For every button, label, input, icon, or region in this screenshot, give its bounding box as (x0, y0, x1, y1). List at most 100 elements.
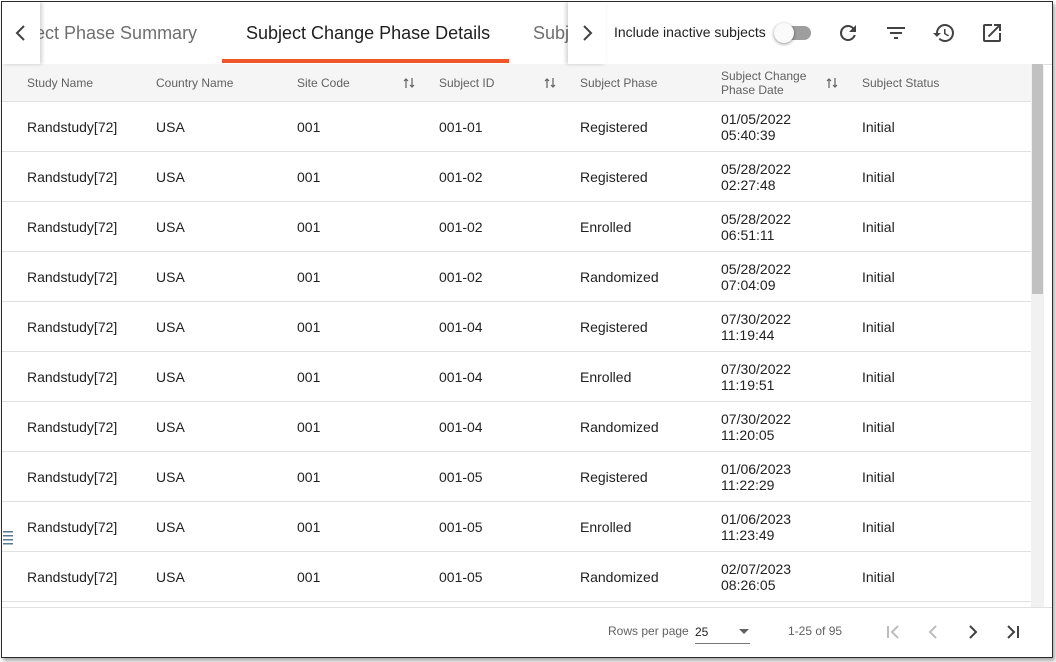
column-header-subject-id[interactable]: Subject ID (439, 64, 494, 101)
cell-subject-phase: Registered (580, 168, 648, 185)
refresh-icon[interactable] (836, 21, 860, 45)
history-icon[interactable] (932, 21, 956, 45)
cell-subject-status: Initial (862, 268, 895, 285)
column-header-country-name[interactable]: Country Name (156, 64, 233, 101)
table-row[interactable]: Randstudy[72] USA 001 001-05 Randomized … (2, 552, 1031, 602)
cell-site-code: 001 (297, 368, 321, 385)
cell-subject-status: Initial (862, 568, 895, 585)
cell-country-name: USA (156, 568, 185, 585)
time-text: 02:27:48 (721, 176, 776, 193)
cell-subject-id: 001-04 (439, 418, 483, 435)
sort-icon[interactable] (402, 76, 416, 90)
cell-phase-date: 01/05/2022 05:40:39 (721, 102, 791, 151)
prev-page-icon[interactable] (921, 620, 945, 644)
cell-subject-phase: Randomized (580, 418, 659, 435)
cell-site-code: 001 (297, 468, 321, 485)
next-page-icon[interactable] (961, 620, 985, 644)
tabs-scroll-left-button[interactable] (2, 2, 40, 64)
table-row[interactable]: Randstudy[72] USA 001 001-04 Enrolled 07… (2, 352, 1031, 402)
app-window: ect Phase Summary Subject Change Phase D… (1, 1, 1053, 658)
tabs-scroll-right-button[interactable] (568, 2, 606, 64)
cell-site-code: 001 (297, 118, 321, 135)
cell-subject-status: Initial (862, 418, 895, 435)
open-in-new-icon[interactable] (980, 21, 1004, 45)
time-text: 11:19:51 (721, 376, 775, 393)
date-text: 07/30/2022 (721, 310, 792, 327)
toggle-knob (774, 23, 794, 43)
dropdown-arrow-icon (739, 629, 749, 634)
cell-study-name: Randstudy[72] (27, 568, 118, 585)
cell-site-code: 001 (297, 568, 321, 585)
time-text: 05:40:39 (721, 126, 776, 143)
table-row[interactable]: Randstudy[72] USA 001 001-04 Randomized … (2, 402, 1031, 452)
time-text: 06:51:11 (721, 226, 775, 243)
table-row[interactable]: Randstudy[72] USA 001 001-02 Randomized … (2, 252, 1031, 302)
tab-subject-next[interactable]: Subj (533, 2, 568, 64)
date-text: 05/28/2022 (721, 260, 792, 277)
cell-subject-status: Initial (862, 468, 895, 485)
time-text: 11:22:29 (721, 476, 775, 493)
cell-subject-id: 001-02 (439, 218, 483, 235)
cell-study-name: Randstudy[72] (27, 118, 118, 135)
time-text: 07:04:09 (721, 276, 776, 293)
cell-subject-status: Initial (862, 218, 895, 235)
table-row[interactable]: Randstudy[72] USA 001 001-05 Registered … (2, 452, 1031, 502)
include-inactive-toggle[interactable] (774, 23, 811, 43)
time-text: 11:19:44 (721, 326, 775, 343)
cell-subject-id: 001-05 (439, 568, 483, 585)
date-text: 05/28/2022 (721, 210, 792, 227)
column-header-site-code[interactable]: Site Code (297, 64, 350, 101)
vertical-scrollbar[interactable] (1031, 64, 1044, 607)
cell-country-name: USA (156, 118, 185, 135)
cell-site-code: 001 (297, 268, 321, 285)
date-text: 01/06/2023 (721, 510, 792, 527)
cell-subject-id: 001-02 (439, 168, 483, 185)
cell-subject-id: 001-04 (439, 368, 483, 385)
pagination-bar: Rows per page 25 1-25 of 95 (2, 607, 1052, 657)
cell-country-name: USA (156, 368, 185, 385)
cell-subject-status: Initial (862, 368, 895, 385)
drag-handle-icon[interactable] (3, 530, 13, 548)
table-row[interactable]: Randstudy[72] USA 001 001-02 Registered … (2, 152, 1031, 202)
cell-country-name: USA (156, 518, 185, 535)
table-row[interactable]: Randstudy[72] USA 001 001-01 Registered … (2, 102, 1031, 152)
column-header-subject-status[interactable]: Subject Status (862, 64, 939, 101)
cell-site-code: 001 (297, 218, 321, 235)
date-text: 07/30/2022 (721, 360, 792, 377)
tab-subject-phase-summary[interactable]: ect Phase Summary (40, 2, 197, 64)
cell-phase-date: 05/28/2022 07:04:09 (721, 252, 791, 301)
cell-study-name: Randstudy[72] (27, 168, 118, 185)
cell-subject-phase: Enrolled (580, 518, 632, 535)
table-row[interactable]: Randstudy[72] USA 001 001-02 Enrolled 05… (2, 202, 1031, 252)
sort-icon[interactable] (543, 76, 557, 90)
cell-phase-date: 05/28/2022 02:27:48 (721, 152, 791, 201)
active-tab-indicator (222, 59, 509, 63)
column-header-label: Subject Status (862, 75, 940, 90)
column-header-subject-phase[interactable]: Subject Phase (580, 64, 657, 101)
date-text: 05/28/2022 (721, 160, 792, 177)
table-body: Randstudy[72] USA 001 001-01 Registered … (2, 102, 1031, 607)
cell-phase-date: 02/07/2023 08:26:05 (721, 552, 791, 601)
rows-per-page-select[interactable]: 25 (695, 619, 750, 644)
scrollbar-thumb[interactable] (1032, 64, 1043, 294)
cell-study-name: Randstudy[72] (27, 468, 118, 485)
cell-subject-phase: Registered (580, 318, 648, 335)
tab-subject-change-phase-details[interactable]: Subject Change Phase Details (246, 2, 490, 64)
cell-subject-id: 001-05 (439, 518, 483, 535)
column-header-label: Subject Change Phase Date (721, 68, 807, 97)
last-page-icon[interactable] (1001, 620, 1025, 644)
sort-icon[interactable] (825, 76, 839, 90)
cell-site-code: 001 (297, 418, 321, 435)
column-header-subject-change-phase-date[interactable]: Subject Change Phase Date (721, 64, 816, 101)
tab-bar: ect Phase Summary Subject Change Phase D… (2, 2, 1052, 65)
cell-study-name: Randstudy[72] (27, 418, 118, 435)
table-row[interactable]: Randstudy[72] USA 001 001-04 Registered … (2, 302, 1031, 352)
first-page-icon[interactable] (881, 620, 905, 644)
filter-icon[interactable] (884, 21, 908, 45)
cell-subject-status: Initial (862, 518, 895, 535)
cell-country-name: USA (156, 268, 185, 285)
cell-study-name: Randstudy[72] (27, 318, 118, 335)
table-row[interactable]: Randstudy[72] USA 001 001-05 Enrolled 01… (2, 502, 1031, 552)
column-header-study-name[interactable]: Study Name (27, 64, 93, 101)
cell-subject-phase: Enrolled (580, 218, 632, 235)
